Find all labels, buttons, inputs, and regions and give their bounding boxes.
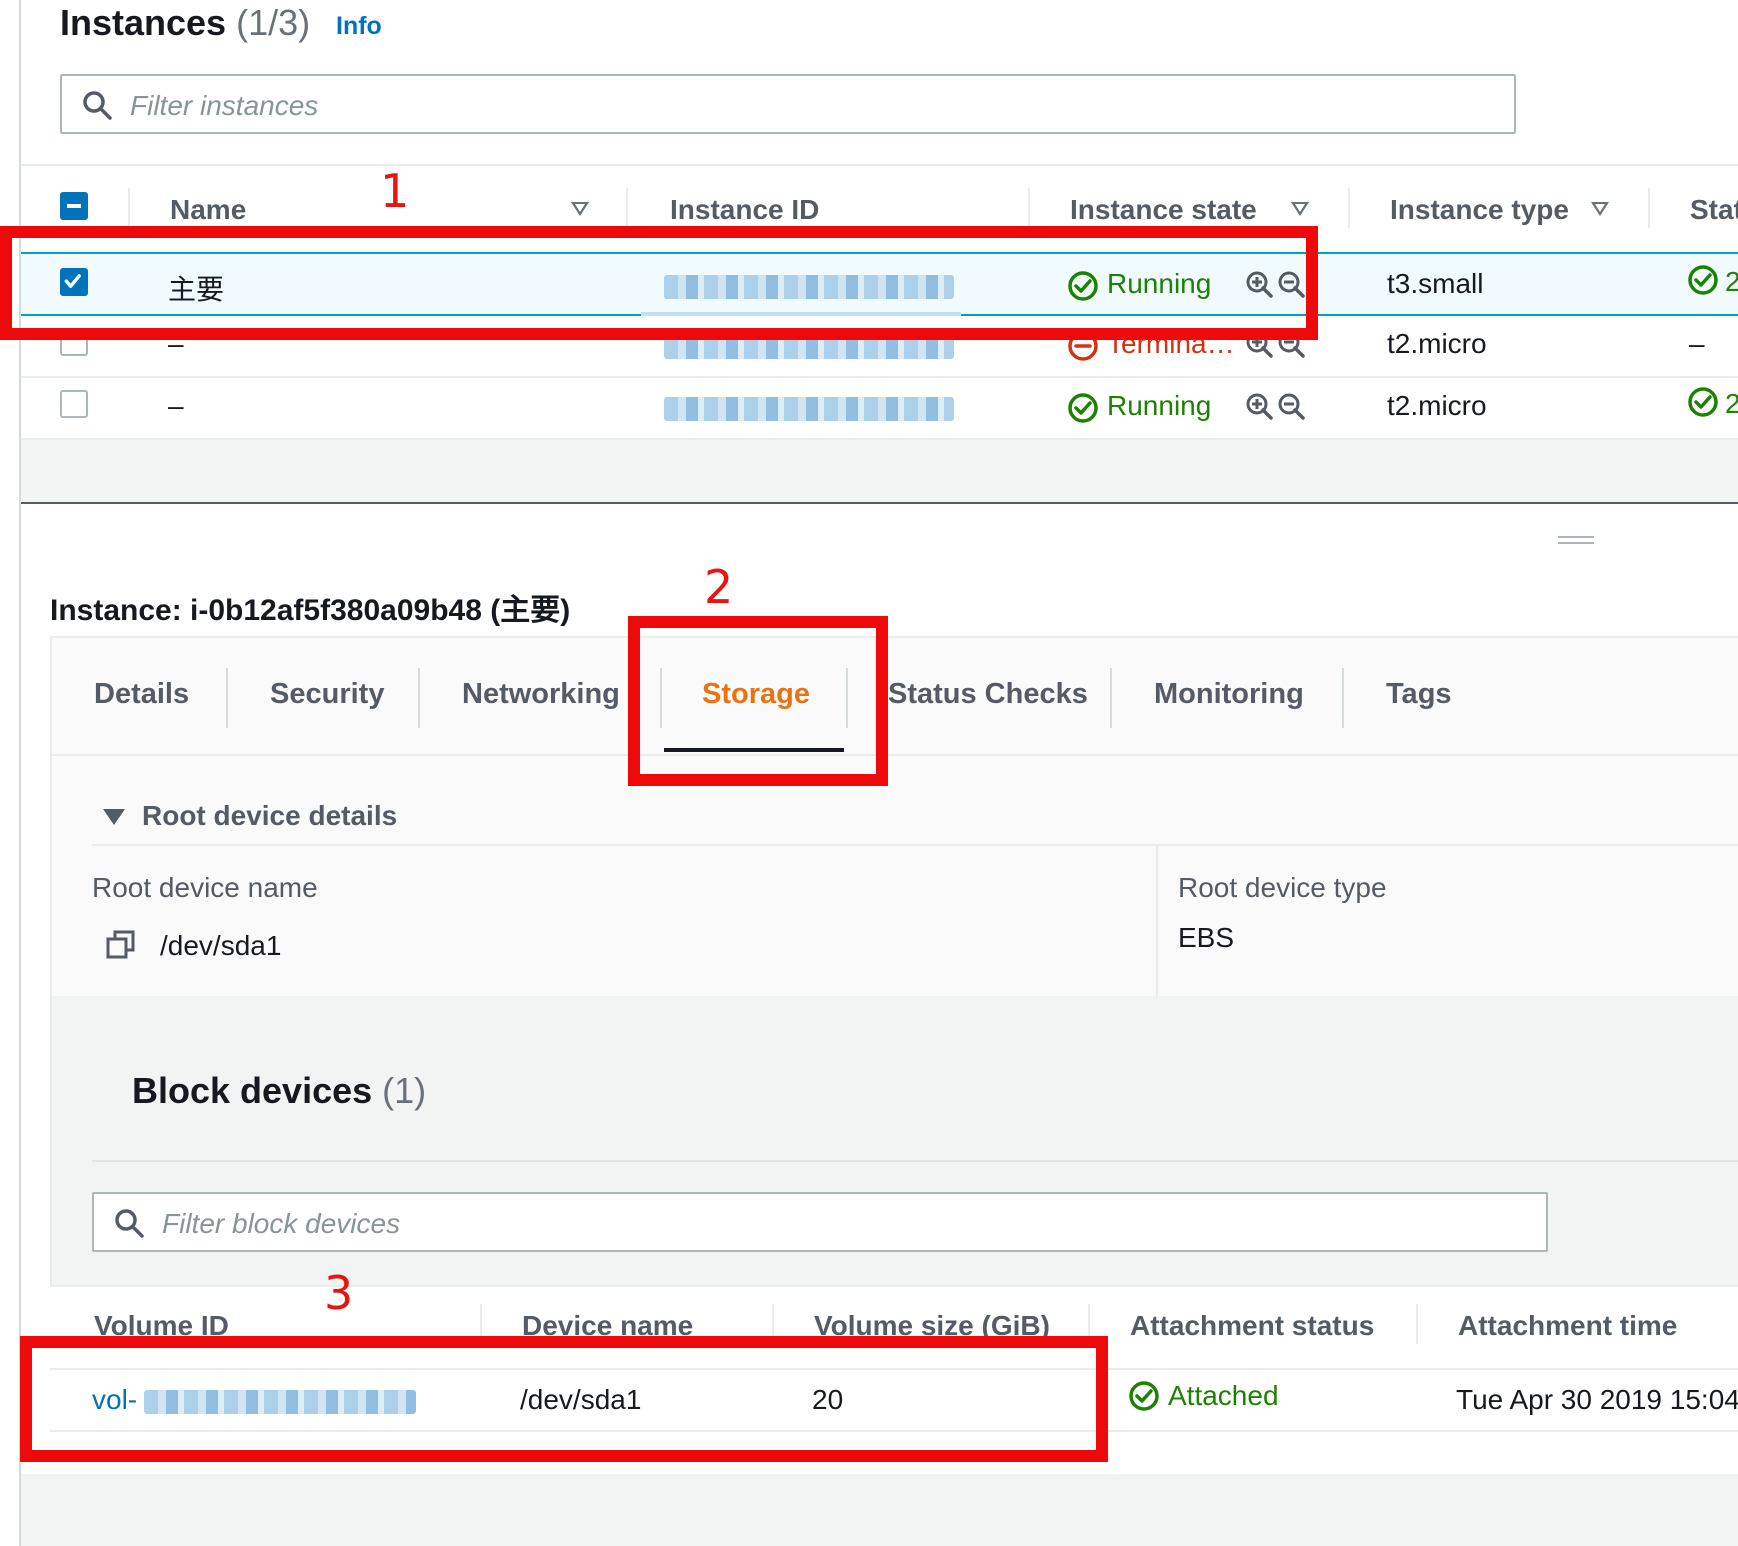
tab-separator xyxy=(1342,668,1344,728)
annotation-box-1 xyxy=(0,226,1318,340)
filter-instances-placeholder: Filter instances xyxy=(130,90,319,121)
drag-handle-icon[interactable] xyxy=(1558,536,1594,544)
section-divider xyxy=(92,844,1738,846)
status-check-value: 2 xyxy=(1725,388,1738,419)
attached-status-icon xyxy=(1129,1381,1159,1411)
root-device-type-value: EBS xyxy=(1178,922,1235,953)
table-footer-space xyxy=(21,440,1738,502)
filter-block-devices-placeholder: Filter block devices xyxy=(162,1208,401,1239)
root-device-section-title[interactable]: Root device details xyxy=(142,800,397,832)
column-header-attachment-status[interactable]: Attachment status xyxy=(1130,1310,1374,1342)
section-divider xyxy=(92,1160,1738,1162)
annotation-box-2 xyxy=(628,616,888,786)
zoom-in-icon[interactable] xyxy=(1245,392,1273,420)
root-device-name-value: /dev/sda1 xyxy=(160,930,282,961)
annotation-label-2: 2 xyxy=(704,560,734,614)
annotation-label-3: 3 xyxy=(324,1266,354,1320)
filter-type-icon[interactable] xyxy=(1591,202,1609,216)
instance-row[interactable]: – Running t2.micro 2 xyxy=(21,378,1738,440)
annotation-box-3 xyxy=(20,1336,1108,1462)
instances-table-top-border xyxy=(21,164,1738,166)
root-device-name-label: Root device name xyxy=(92,872,318,903)
tab-security[interactable]: Security xyxy=(270,678,384,711)
column-separator xyxy=(128,188,130,228)
copy-icon[interactable] xyxy=(106,930,136,960)
column-separator xyxy=(1348,188,1350,228)
instance-id-link[interactable] xyxy=(664,397,954,421)
block-devices-count: (1) xyxy=(382,1070,427,1111)
tab-separator xyxy=(226,668,228,728)
instance-detail-heading: Instance: i-0b12af5f380a09b48 (主要) xyxy=(50,594,571,627)
search-icon xyxy=(83,91,112,120)
tab-details[interactable]: Details xyxy=(94,678,189,711)
column-header-instance-state[interactable]: Instance state xyxy=(1070,194,1257,226)
annotation-label-1: 1 xyxy=(380,164,410,218)
instance-type: t2.micro xyxy=(1387,328,1487,359)
attachment-time: Tue Apr 30 2019 15:04 xyxy=(1456,1384,1738,1415)
row-checkbox[interactable] xyxy=(60,390,88,418)
column-header-status[interactable]: Stat xyxy=(1690,194,1738,226)
instance-type: t3.small xyxy=(1387,268,1484,299)
detail-tabs: Details Security Networking Storage Stat… xyxy=(50,636,1738,756)
filter-instances-input[interactable]: Filter instances xyxy=(60,74,1516,134)
tab-tags[interactable]: Tags xyxy=(1386,678,1452,711)
instance-name: – xyxy=(168,390,184,421)
filter-name-icon[interactable] xyxy=(571,202,589,216)
filter-state-icon[interactable] xyxy=(1291,202,1309,216)
block-devices-title-text: Block devices xyxy=(132,1070,373,1111)
filter-block-devices-input[interactable]: Filter block devices xyxy=(92,1192,1548,1252)
instances-title: Instances (1/3) xyxy=(60,2,310,44)
column-divider xyxy=(1156,846,1158,996)
column-header-instance-type[interactable]: Instance type xyxy=(1390,194,1569,226)
zoom-out-icon[interactable] xyxy=(1277,392,1305,420)
tab-monitoring[interactable]: Monitoring xyxy=(1154,678,1304,711)
search-icon xyxy=(115,1209,144,1238)
column-header-instance-id[interactable]: Instance ID xyxy=(670,194,819,226)
column-separator xyxy=(1648,188,1650,228)
status-check-value: – xyxy=(1689,328,1705,359)
instances-count: (1/3) xyxy=(236,2,311,43)
tab-separator xyxy=(1110,668,1112,728)
instance-state: Running xyxy=(1107,390,1212,421)
column-separator xyxy=(1028,188,1030,228)
instances-title-text: Instances xyxy=(60,2,227,43)
column-separator xyxy=(1416,1304,1418,1344)
column-separator xyxy=(626,188,628,228)
column-header-attachment-time[interactable]: Attachment time xyxy=(1458,1310,1677,1342)
running-status-icon xyxy=(1068,393,1098,423)
bottom-space xyxy=(21,1474,1738,1546)
column-header-name[interactable]: Name xyxy=(170,194,246,226)
instance-type: t2.micro xyxy=(1387,390,1487,421)
info-link[interactable]: Info xyxy=(336,12,382,41)
select-all-checkbox[interactable] xyxy=(60,192,88,220)
tab-separator xyxy=(418,668,420,728)
caret-down-icon[interactable] xyxy=(103,809,125,825)
tab-status-checks[interactable]: Status Checks xyxy=(888,678,1088,711)
tab-networking[interactable]: Networking xyxy=(462,678,620,711)
root-device-type-label: Root device type xyxy=(1178,872,1387,903)
block-devices-title: Block devices (1) xyxy=(132,1070,426,1112)
status-check-ok-icon xyxy=(1688,387,1718,417)
attachment-status: Attached xyxy=(1168,1380,1279,1411)
status-check-ok-icon xyxy=(1688,265,1718,295)
status-check-value: 2 xyxy=(1725,266,1738,297)
